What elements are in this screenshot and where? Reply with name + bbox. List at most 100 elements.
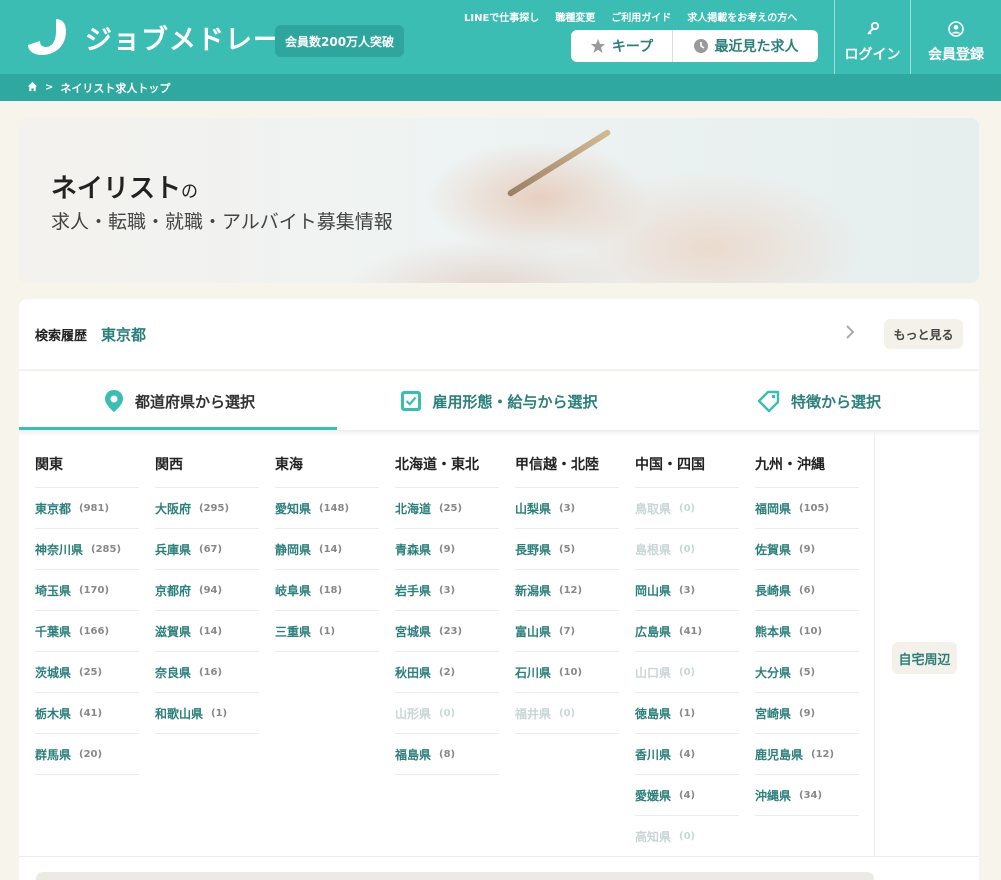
job-count: (8) bbox=[439, 748, 456, 760]
prefecture-link[interactable]: 岐阜県 (18) bbox=[275, 570, 379, 611]
prefecture-link[interactable]: 和歌山県 (1) bbox=[155, 693, 259, 734]
home-icon[interactable] bbox=[27, 81, 38, 95]
user-icon bbox=[948, 20, 964, 41]
chevron-right-icon: > bbox=[45, 82, 54, 93]
prefecture-link[interactable]: 佐賀県 (9) bbox=[755, 529, 859, 570]
prefecture-link[interactable]: 岡山県 (3) bbox=[635, 570, 739, 611]
prefecture-link[interactable]: 徳島県 (1) bbox=[635, 693, 739, 734]
prefecture-name: 高知県 bbox=[635, 829, 672, 844]
prefecture-link[interactable]: 宮城県 (23) bbox=[395, 611, 499, 652]
job-count: (1) bbox=[211, 707, 228, 719]
prefecture-link[interactable]: 福岡県 (105) bbox=[755, 488, 859, 529]
prefecture-name: 香川県 bbox=[635, 747, 672, 762]
logo-mark-icon bbox=[28, 19, 66, 55]
prefecture-link[interactable]: 沖縄県 (34) bbox=[755, 775, 859, 816]
job-count: (166) bbox=[79, 625, 110, 637]
prefecture-link[interactable]: 鹿児島県 (12) bbox=[755, 734, 859, 775]
prefecture-link[interactable]: 三重県 (1) bbox=[275, 611, 379, 652]
breadcrumb-current: ネイリスト求人トップ bbox=[60, 81, 171, 95]
job-count: (0) bbox=[679, 502, 696, 514]
tab-employment-salary[interactable]: 雇用形態・給与から選択 bbox=[339, 371, 659, 431]
prefecture-link[interactable]: 奈良県 (16) bbox=[155, 652, 259, 693]
prefecture-link[interactable]: 東京都 (981) bbox=[35, 488, 139, 529]
recently-viewed-button[interactable]: 最近見た求人 bbox=[673, 30, 818, 62]
chevron-right-icon[interactable] bbox=[845, 324, 855, 345]
prefecture-link[interactable]: 大分県 (5) bbox=[755, 652, 859, 693]
job-count: (25) bbox=[79, 666, 103, 678]
prefecture-link[interactable]: 静岡県 (14) bbox=[275, 529, 379, 570]
top-link-line[interactable]: LINEで仕事探し bbox=[464, 9, 539, 24]
prefecture-name: 神奈川県 bbox=[35, 542, 84, 557]
prefecture-link[interactable]: 山梨県 (3) bbox=[515, 488, 619, 529]
prefecture-link: 島根県 (0) bbox=[635, 529, 739, 570]
search-history-item[interactable]: 東京都 bbox=[101, 324, 146, 345]
tab-features[interactable]: 特徴から選択 bbox=[659, 371, 979, 431]
prefecture-link[interactable]: 千葉県 (166) bbox=[35, 611, 139, 652]
job-count: (1) bbox=[319, 625, 336, 637]
prefecture-link[interactable]: 滋賀県 (14) bbox=[155, 611, 259, 652]
prefecture-link[interactable]: 大阪府 (295) bbox=[155, 488, 259, 529]
register-button[interactable]: 会員登録 bbox=[910, 0, 1001, 74]
see-more-button[interactable]: もっと見る bbox=[884, 319, 963, 349]
prefecture-link[interactable]: 富山県 (7) bbox=[515, 611, 619, 652]
prefecture-link[interactable]: 長崎県 (6) bbox=[755, 570, 859, 611]
job-count: (295) bbox=[199, 502, 230, 514]
top-link-guide[interactable]: ご利用ガイド bbox=[611, 9, 671, 24]
prefecture-link[interactable]: 石川県 (10) bbox=[515, 652, 619, 693]
job-count: (0) bbox=[679, 830, 696, 842]
prefecture-link[interactable]: 福島県 (8) bbox=[395, 734, 499, 775]
prefecture-link[interactable]: 秋田県 (2) bbox=[395, 652, 499, 693]
job-count: (12) bbox=[559, 584, 583, 596]
site-logo[interactable]: ジョブメドレー bbox=[26, 17, 281, 57]
prefecture-name: 石川県 bbox=[515, 665, 552, 680]
prefecture-name: 新潟県 bbox=[515, 583, 552, 598]
tab-features-label: 特徴から選択 bbox=[790, 392, 881, 411]
prefecture-link[interactable]: 神奈川県 (285) bbox=[35, 529, 139, 570]
job-count: (2) bbox=[439, 666, 456, 678]
keep-label: キープ bbox=[611, 39, 654, 55]
prefecture-link[interactable]: 長野県 (5) bbox=[515, 529, 619, 570]
region-heading: 北海道・東北 bbox=[395, 446, 499, 488]
keep-button[interactable]: キープ bbox=[571, 30, 673, 62]
job-count: (18) bbox=[319, 584, 343, 596]
prefecture-name: 和歌山県 bbox=[155, 706, 204, 721]
prefecture-link[interactable]: 愛媛県 (4) bbox=[635, 775, 739, 816]
prefecture-name: 愛知県 bbox=[275, 501, 312, 516]
job-count: (10) bbox=[559, 666, 583, 678]
prefecture-link[interactable]: 愛知県 (148) bbox=[275, 488, 379, 529]
job-count: (1) bbox=[679, 707, 696, 719]
prefecture-link[interactable]: 群馬県 (20) bbox=[35, 734, 139, 775]
prefecture-link[interactable]: 北海道 (25) bbox=[395, 488, 499, 529]
top-links: LINEで仕事探し 職種変更 ご利用ガイド 求人掲載をお考えの方へ bbox=[464, 9, 797, 24]
top-link-change-job-type[interactable]: 職種変更 bbox=[555, 9, 595, 24]
region-column: 関東 東京都 (981) 神奈川県 (285) 埼玉県 (170) 千葉県 (166) 茨城県 (2… bbox=[35, 446, 139, 775]
region-heading: 関東 bbox=[35, 446, 139, 488]
prefecture-link[interactable]: 熊本県 (10) bbox=[755, 611, 859, 652]
prefecture-link[interactable]: 香川県 (4) bbox=[635, 734, 739, 775]
prefecture-name: 富山県 bbox=[515, 624, 552, 639]
prefecture-link[interactable]: 広島県 (41) bbox=[635, 611, 739, 652]
location-pin-icon bbox=[103, 389, 125, 413]
register-label: 会員登録 bbox=[928, 46, 984, 63]
job-count: (7) bbox=[559, 625, 576, 637]
prefecture-link[interactable]: 栃木県 (41) bbox=[35, 693, 139, 734]
region-column: 中国・四国 鳥取県 (0) 島根県 (0) 岡山県 (3) 広島県 (41) 山口県 (0) 徳島県 (… bbox=[635, 446, 739, 857]
prefecture-link[interactable]: 青森県 (9) bbox=[395, 529, 499, 570]
nearby-home-button[interactable]: 自宅周辺 bbox=[892, 642, 957, 674]
top-link-for-employers[interactable]: 求人掲載をお考えの方へ bbox=[687, 9, 797, 24]
prefecture-name: 大分県 bbox=[755, 665, 792, 680]
prefecture-link[interactable]: 埼玉県 (170) bbox=[35, 570, 139, 611]
login-button[interactable]: ログイン bbox=[834, 0, 910, 74]
prefecture-link[interactable]: 京都府 (94) bbox=[155, 570, 259, 611]
tab-prefecture-label: 都道府県から選択 bbox=[134, 392, 255, 411]
prefecture-link[interactable]: 新潟県 (12) bbox=[515, 570, 619, 611]
prefecture-link[interactable]: 茨城県 (25) bbox=[35, 652, 139, 693]
page-title: ネイリストの bbox=[51, 168, 198, 205]
region-heading: 関西 bbox=[155, 446, 259, 488]
prefecture-link[interactable]: 岩手県 (3) bbox=[395, 570, 499, 611]
job-count: (5) bbox=[559, 543, 576, 555]
prefecture-link[interactable]: 兵庫県 (67) bbox=[155, 529, 259, 570]
tab-prefecture[interactable]: 都道府県から選択 bbox=[19, 371, 339, 431]
prefecture-name: 佐賀県 bbox=[755, 542, 792, 557]
prefecture-link[interactable]: 宮崎県 (9) bbox=[755, 693, 859, 734]
